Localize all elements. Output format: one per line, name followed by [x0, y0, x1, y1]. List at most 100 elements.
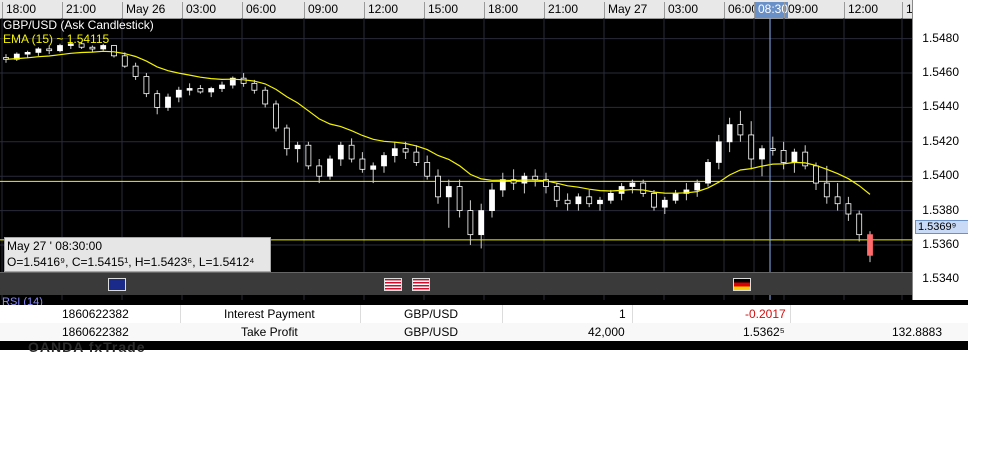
candle — [575, 196, 582, 205]
txn-id: 1860622382 — [62, 325, 129, 339]
price-label: 1.5340 — [922, 271, 959, 286]
ohlc-tooltip: May 27 ' 08:30:00 O=1.5416⁹, C=1.5415¹, … — [4, 237, 271, 272]
candle — [100, 45, 107, 50]
time-label: 03:00 — [182, 2, 216, 18]
time-label: 06:00 — [242, 2, 276, 18]
candle — [489, 189, 495, 211]
watermark-text: OANDA fxTrade — [28, 339, 146, 355]
txn-amount: 132.8883 — [891, 325, 942, 339]
candle — [651, 192, 657, 208]
candle — [154, 93, 161, 108]
candle — [845, 203, 852, 215]
candle — [57, 45, 63, 52]
candle — [24, 51, 31, 55]
chart-window[interactable]: 18:00 21:00 May 26 03:00 06:00 09:00 12:00 15:0… — [0, 0, 968, 350]
candle — [791, 151, 798, 163]
transactions-table: 1860622382 Interest Payment GBP/USD 1 -0… — [0, 305, 968, 341]
time-label: 09:00 — [784, 2, 818, 18]
txn-price: -0.2017 — [745, 307, 786, 321]
time-label: 18:00 — [2, 2, 36, 18]
us-flag-icon[interactable] — [412, 278, 430, 291]
candle — [197, 88, 204, 93]
price-label: 1.5380 — [922, 202, 959, 217]
candle — [46, 48, 53, 52]
txn-pair: GBP/USD — [404, 307, 459, 321]
candle — [564, 199, 571, 205]
txn-type: Interest Payment — [224, 307, 315, 321]
candle — [445, 186, 452, 198]
txn-units: 42,000 — [588, 325, 625, 339]
de-flag-icon[interactable] — [733, 278, 751, 291]
candle — [208, 88, 215, 93]
candle — [327, 158, 333, 177]
candle — [813, 165, 819, 184]
time-label: 12:00 — [364, 2, 398, 18]
candle — [370, 165, 377, 170]
candle — [456, 186, 463, 211]
candle — [89, 46, 96, 50]
txn-type: Take Profit — [241, 325, 298, 339]
candle — [737, 124, 744, 136]
candle — [672, 192, 679, 201]
ohlc-time: May 27 ' 08:30:00 — [7, 239, 103, 253]
candle — [780, 150, 787, 163]
candle — [834, 196, 841, 205]
candle — [607, 192, 614, 201]
candle — [586, 196, 593, 205]
candle — [769, 148, 776, 151]
price-label: 1.5400 — [922, 168, 959, 183]
candle — [413, 151, 420, 163]
candle — [553, 186, 560, 201]
time-label: 15:00 — [424, 2, 458, 18]
candle — [337, 144, 344, 160]
oanda-logo: OANDA fxTrade — [28, 339, 146, 355]
txn-id: 1860622382 — [62, 307, 129, 321]
candle — [715, 141, 722, 163]
candle — [273, 103, 279, 129]
time-axis: 18:00 21:00 May 26 03:00 06:00 09:00 12:00 15:0… — [0, 0, 913, 19]
candle — [283, 127, 290, 150]
price-label: 1.5480 — [922, 30, 959, 45]
candle — [629, 182, 636, 187]
candle — [694, 182, 701, 191]
candle — [705, 162, 711, 184]
ohlc-values: O=1.5416⁹, C=1.5415¹, H=1.5423⁶, L=1.541… — [7, 255, 255, 269]
candle — [424, 162, 431, 177]
time-label: 03:00 — [664, 2, 698, 18]
candle — [867, 234, 873, 256]
candle — [640, 182, 647, 194]
time-label: 21:00 — [544, 2, 578, 18]
time-label: 08:30 — [754, 2, 789, 18]
candle — [381, 155, 387, 167]
txn-units: 1 — [619, 307, 626, 321]
candle — [759, 148, 765, 160]
candle — [111, 45, 117, 57]
candle — [132, 65, 139, 77]
chart-title: GBP/USD (Ask Candlestick) — [3, 18, 154, 32]
candle — [262, 89, 269, 105]
candle — [219, 84, 225, 89]
candle — [143, 76, 150, 95]
ema-legend: EMA (15) ~ 1.54115 — [3, 32, 110, 46]
candle — [478, 210, 485, 236]
candle — [391, 148, 398, 156]
candle — [661, 199, 668, 208]
time-label: 12:00 — [844, 2, 878, 18]
economic-events-strip — [0, 272, 912, 295]
candle — [532, 175, 539, 181]
us-flag-icon[interactable] — [384, 278, 402, 291]
price-label: 1.5460 — [922, 65, 959, 80]
table-row[interactable]: 1860622382 Interest Payment GBP/USD 1 -0… — [0, 305, 968, 323]
au-flag-icon[interactable] — [108, 278, 126, 291]
candle — [35, 48, 42, 53]
candle — [435, 175, 441, 198]
candle — [121, 55, 128, 67]
time-label: May 27 — [604, 2, 647, 18]
price-label: 1.5420 — [922, 133, 959, 148]
candle — [305, 144, 312, 167]
candle — [348, 144, 355, 160]
time-label: 06:00 — [724, 2, 758, 18]
price-label: 1.5360 — [922, 236, 959, 251]
candle — [597, 199, 603, 205]
price-axis: 1.5480 1.5460 1.5440 1.5420 1.5400 1.5380 1.53… — [912, 0, 968, 300]
